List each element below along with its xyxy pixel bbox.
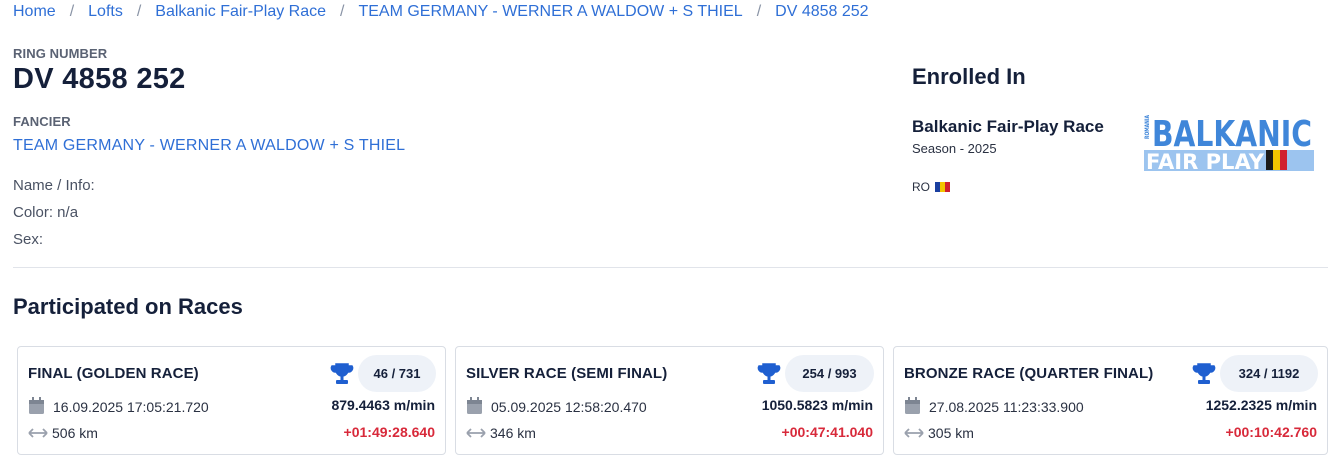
rank-badge: 46 / 731 [358,355,436,392]
race-distance: 506 km [52,425,98,441]
logo-sub-text: FAIR PLAY [1146,150,1265,172]
breadcrumb-separator: / [136,3,142,20]
balkanic-fair-play-logo[interactable]: BALKANIC ROMANIA FAIR PLAY [1142,112,1314,172]
fancier-label: FANCIER [13,114,71,129]
breadcrumb-lofts[interactable]: Lofts [88,3,123,21]
distance-arrows-icon [904,428,924,438]
enrolled-race-name[interactable]: Balkanic Fair-Play Race [912,117,1104,137]
participated-races-title: Participated on Races [13,294,243,319]
race-distance: 346 km [490,425,536,441]
breadcrumb-home[interactable]: Home [13,3,56,21]
breadcrumb-separator: / [340,3,345,20]
race-card[interactable]: SILVER RACE (SEMI FINAL) 254 / 993 05.09… [455,346,884,455]
color-info: Color: n/a [13,204,79,221]
race-card[interactable]: FINAL (GOLDEN RACE) 46 / 731 16.09.2025 … [17,346,446,455]
calendar-icon [467,397,482,414]
romania-flag-icon [935,182,950,192]
breadcrumb-current[interactable]: DV 4858 252 [775,3,868,21]
race-title: FINAL (GOLDEN RACE) [28,365,199,382]
enrolled-title: Enrolled In [912,64,1026,89]
breadcrumb: Home / Lofts / Balkanic Fair-Play Race /… [13,3,869,21]
distance-arrows-icon [466,428,486,438]
distance-arrows-icon [28,428,48,438]
race-time-diff: +00:47:41.040 [781,424,873,440]
calendar-icon [905,397,920,414]
logo-side-text: ROMANIA [1144,115,1151,139]
breadcrumb-separator: / [756,3,762,20]
race-card[interactable]: BRONZE RACE (QUARTER FINAL) 324 / 1192 2… [893,346,1328,455]
race-speed: 1252.2325 m/min [1205,397,1317,413]
enrolled-season: Season - 2025 [912,141,997,156]
ring-number-label: RING NUMBER [13,46,108,61]
breadcrumb-fancier[interactable]: TEAM GERMANY - WERNER A WALDOW + S THIEL [358,3,742,21]
race-date: 16.09.2025 17:05:21.720 [53,399,209,415]
enrolled-country: RO [912,180,950,194]
race-distance: 305 km [928,425,974,441]
rank-badge: 324 / 1192 [1220,355,1318,392]
fancier-link[interactable]: TEAM GERMANY - WERNER A WALDOW + S THIEL [13,137,405,155]
sex-info: Sex: [13,231,44,248]
trophy-icon [757,363,781,384]
race-title: SILVER RACE (SEMI FINAL) [466,365,668,382]
name-info: Name / Info: [13,177,95,194]
calendar-icon [29,397,44,414]
race-time-diff: +00:10:42.760 [1225,424,1317,440]
breadcrumb-race[interactable]: Balkanic Fair-Play Race [155,3,326,21]
race-title: BRONZE RACE (QUARTER FINAL) [904,365,1154,382]
country-code: RO [912,180,930,194]
race-speed: 1050.5823 m/min [761,397,873,413]
race-date: 27.08.2025 11:23:33.900 [929,399,1084,415]
ring-number-value: DV 4858 252 [13,63,186,95]
trophy-icon [330,363,354,384]
rank-badge: 254 / 993 [785,355,874,392]
logo-main-text: BALKANIC [1152,114,1312,155]
race-time-diff: +01:49:28.640 [343,424,435,440]
race-speed: 879.4463 m/min [331,397,435,413]
trophy-icon [1192,363,1216,384]
section-divider [13,267,1328,268]
breadcrumb-separator: / [69,3,75,20]
race-date: 05.09.2025 12:58:20.470 [491,399,647,415]
